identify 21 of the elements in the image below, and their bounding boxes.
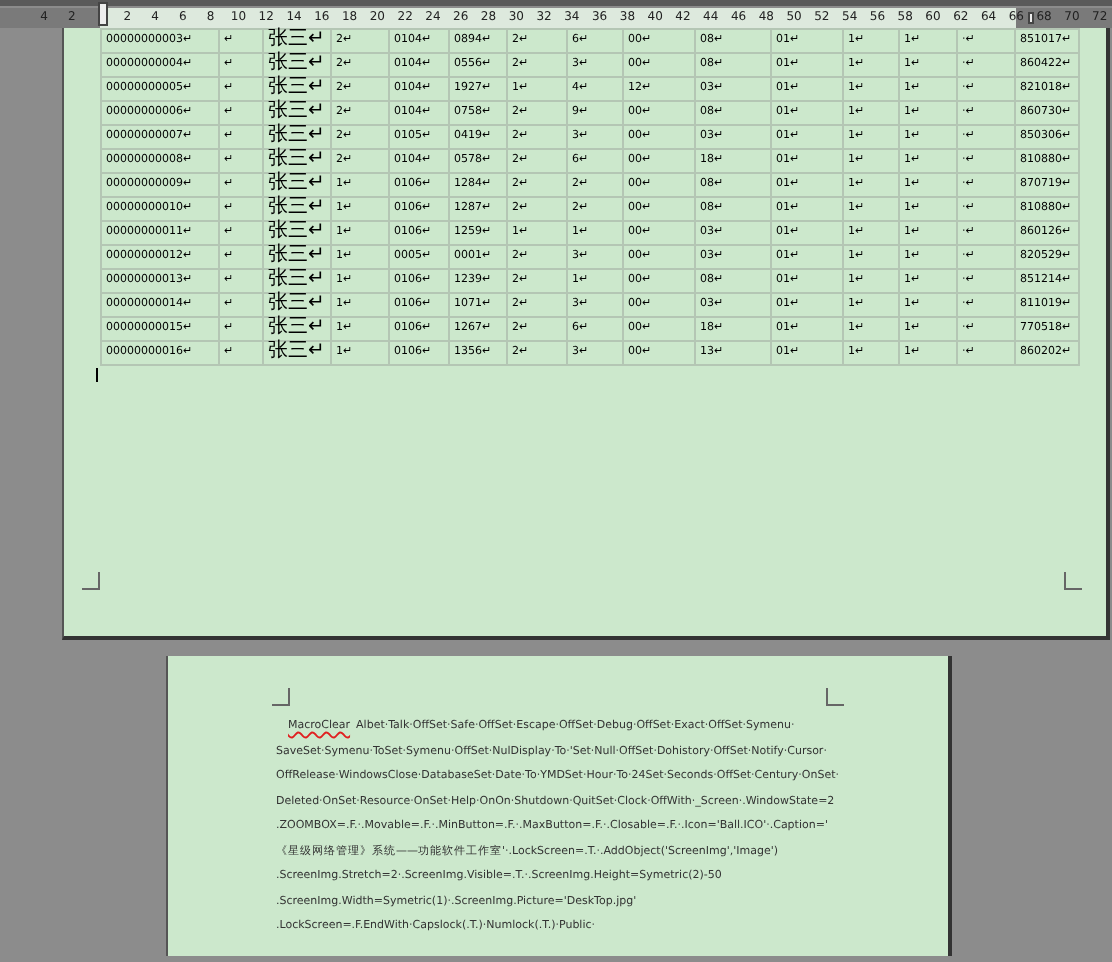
table-cell: 张三↵ [268, 148, 325, 170]
table-cell: 张三↵ [268, 76, 325, 98]
table-cell: 张三↵ [268, 316, 325, 338]
table-cell: 张三↵ [268, 340, 325, 362]
table-cell: 张三↵ [268, 220, 325, 242]
table-cell: 张三↵ [268, 100, 325, 122]
table-cell: 张三↵ [268, 196, 325, 218]
crop-mark-icon [272, 688, 290, 706]
table-cell: 张三↵ [268, 244, 325, 266]
table-cell: 张三↵ [268, 52, 325, 74]
crop-mark-icon [82, 572, 100, 590]
table-cell: 张三↵ [268, 172, 325, 194]
table-cell: 张三↵ [268, 124, 325, 146]
indent-marker-icon[interactable] [98, 2, 108, 26]
margin-marker-icon[interactable] [1028, 12, 1034, 24]
crop-mark-icon [1064, 572, 1082, 590]
table-cell: 张三↵ [268, 292, 325, 314]
text-cursor [96, 368, 98, 382]
crop-mark-icon [826, 688, 844, 706]
table-cell: 张三↵ [268, 268, 325, 290]
table-cell: 张三↵ [268, 28, 325, 50]
